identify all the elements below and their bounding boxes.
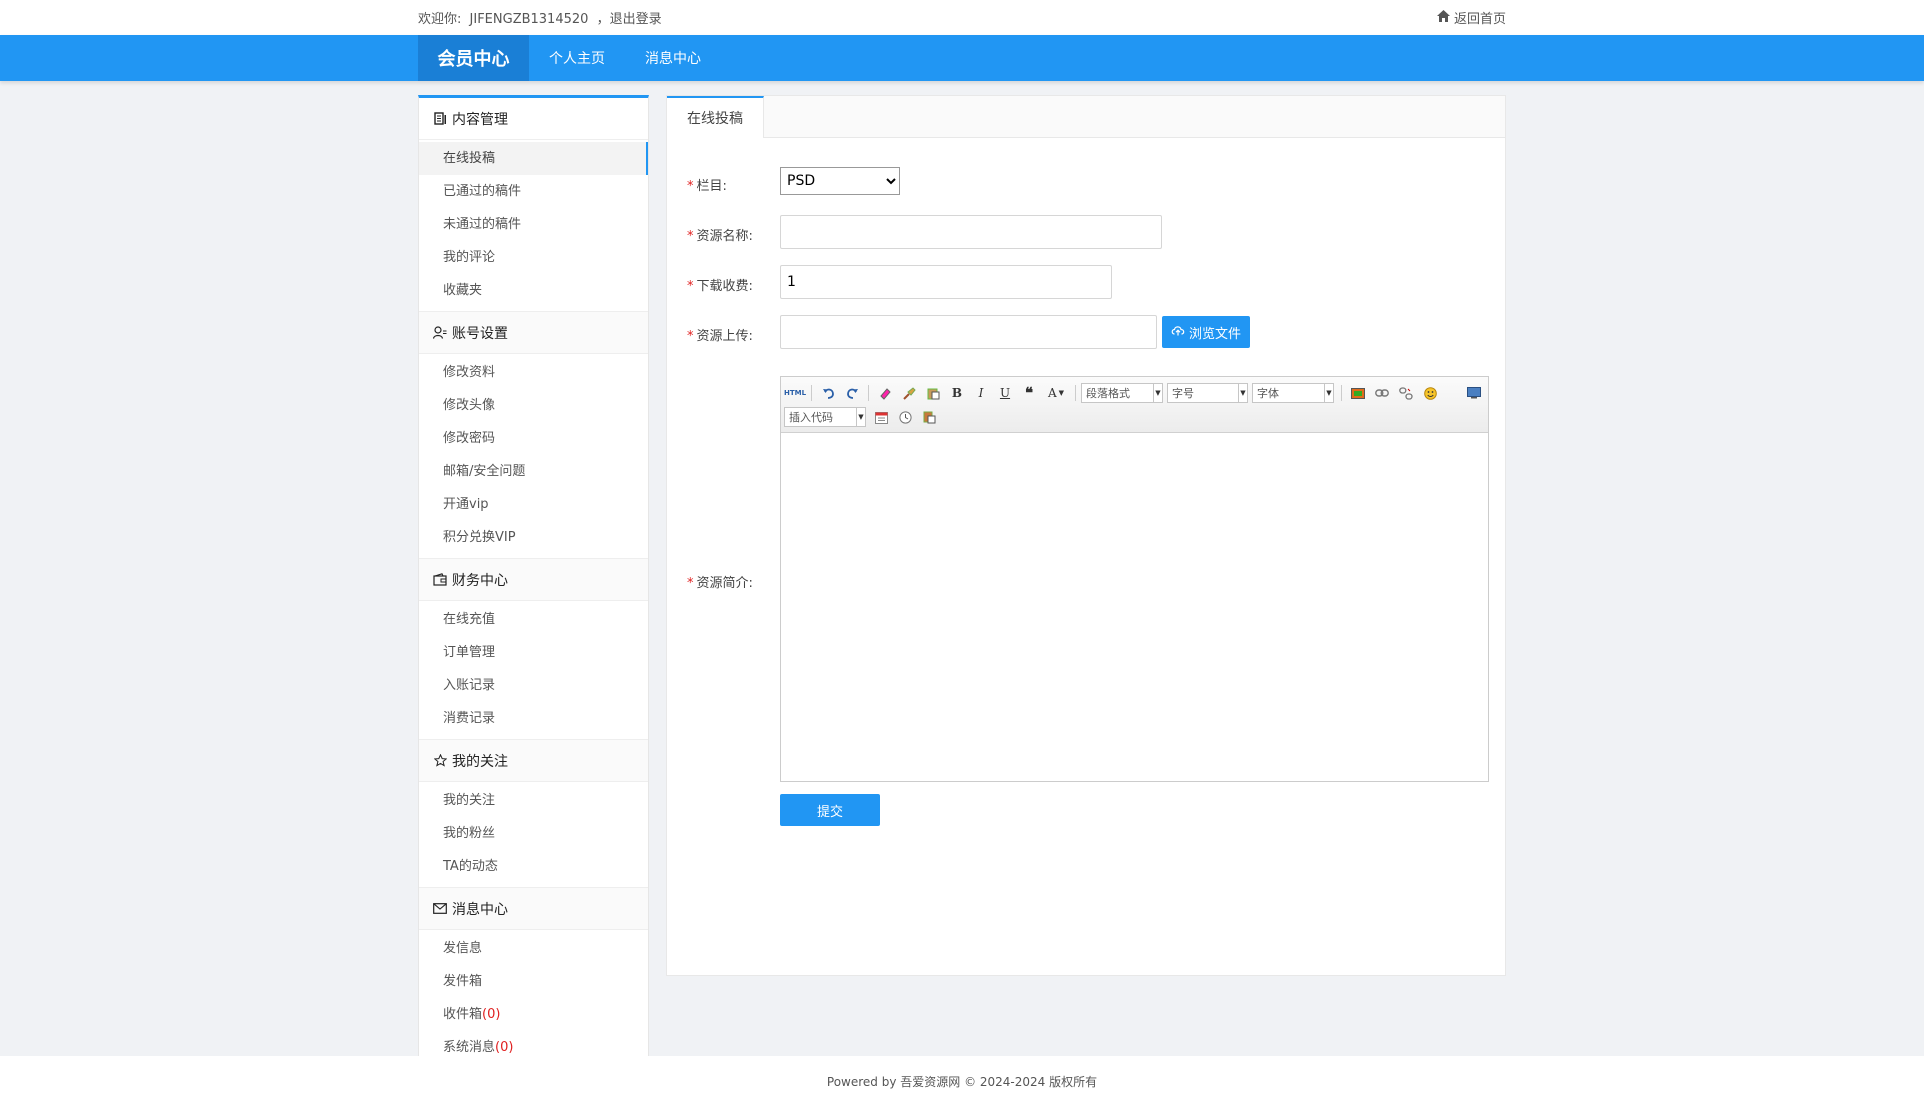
- rich-text-editor: HTML B I U ❝ A ▼ 段落格式 ▼ 字号 ▼ 字体 ▼ 插入代码 ▼: [780, 376, 1489, 782]
- sidebar-item-inbox[interactable]: 收件箱(0): [419, 998, 648, 1031]
- brand-title[interactable]: 会员中心: [418, 35, 529, 81]
- tab-submit-online[interactable]: 在线投稿: [667, 96, 764, 138]
- sidebar-item-recharge[interactable]: 在线充值: [419, 603, 648, 636]
- sidebar-item-edit-avatar[interactable]: 修改头像: [419, 389, 648, 422]
- unlink-icon[interactable]: [1395, 383, 1417, 403]
- logout-link[interactable]: ，退出登录: [597, 12, 662, 27]
- sidebar-group-title: 消息中心: [419, 888, 648, 930]
- font-color-icon[interactable]: A ▼: [1042, 383, 1070, 403]
- sidebar-group-messages: 消息中心 发信息 发件箱 收件箱(0) 系统消息(0): [419, 888, 648, 1068]
- image-icon[interactable]: [1347, 383, 1369, 403]
- sidebar-item-change-password[interactable]: 修改密码: [419, 422, 648, 455]
- sidebar-item-email-security[interactable]: 邮箱/安全问题: [419, 455, 648, 488]
- name-label: * 资源名称:: [687, 229, 753, 244]
- sidebar-group-title: 账号设置: [419, 312, 648, 354]
- format-brush-icon[interactable]: [898, 383, 920, 403]
- column-select[interactable]: PSD: [780, 167, 900, 195]
- submit-button[interactable]: 提交: [780, 794, 880, 826]
- footer-copyright: Powered by 吾爱资源网 © 2024-2024 版权所有: [826, 1074, 1098, 1089]
- paragraph-format-select[interactable]: 段落格式 ▼: [1081, 383, 1163, 403]
- undo-icon[interactable]: [817, 383, 839, 403]
- resource-name-input[interactable]: [780, 215, 1162, 249]
- sidebar-group-content: 内容管理 在线投稿 已通过的稿件 未通过的稿件 我的评论 收藏夹: [419, 98, 648, 312]
- sidebar-item-outbox[interactable]: 发件箱: [419, 965, 648, 998]
- clock-icon[interactable]: [894, 407, 916, 427]
- sidebar-item-rejected[interactable]: 未通过的稿件: [419, 208, 648, 241]
- sidebar-group-title: 财务中心: [419, 559, 648, 601]
- date-icon[interactable]: [870, 407, 892, 427]
- cloud-upload-icon: [1171, 325, 1185, 340]
- sidebar-item-points-vip[interactable]: 积分兑换VIP: [419, 521, 648, 554]
- main-panel: 在线投稿 *栏目: PSD *资源名称: *下载收费: *资源上传: 浏览文件 …: [666, 95, 1506, 976]
- nav-link-messages[interactable]: 消息中心: [625, 35, 721, 81]
- emoji-icon[interactable]: [1419, 383, 1441, 403]
- font-size-select[interactable]: 字号 ▼: [1167, 383, 1248, 403]
- top-bar: 欢迎你: JIFENGZB1314520 ，退出登录 返回首页: [0, 0, 1924, 35]
- envelope-icon: [433, 902, 447, 916]
- column-label: * 栏目:: [687, 179, 727, 194]
- sidebar-item-comments[interactable]: 我的评论: [419, 241, 648, 274]
- tab-bar: 在线投稿: [667, 96, 1505, 138]
- paste-icon[interactable]: [922, 383, 944, 403]
- username: JIFENGZB1314520: [469, 12, 589, 27]
- home-icon: [1436, 9, 1450, 26]
- sidebar-item-send-message[interactable]: 发信息: [419, 932, 648, 965]
- underline-icon[interactable]: U: [994, 383, 1016, 403]
- eraser-icon[interactable]: [874, 383, 896, 403]
- sidebar-group-account: 账号设置 修改资料 修改头像 修改密码 邮箱/安全问题 开通vip 积分兑换VI…: [419, 312, 648, 559]
- sidebar-group-title: 我的关注: [419, 740, 648, 782]
- editor-toolbar: HTML B I U ❝ A ▼ 段落格式 ▼ 字号 ▼ 字体 ▼ 插入代码 ▼: [781, 377, 1488, 433]
- fee-label: * 下载收费:: [687, 279, 753, 294]
- sidebar-item-submit-online[interactable]: 在线投稿: [419, 142, 648, 175]
- redo-icon[interactable]: [841, 383, 863, 403]
- sidebar-item-favorites[interactable]: 收藏夹: [419, 274, 648, 307]
- sidebar-item-spending-records[interactable]: 消费记录: [419, 702, 648, 735]
- sidebar-item-orders[interactable]: 订单管理: [419, 636, 648, 669]
- home-link-label: 返回首页: [1453, 12, 1506, 27]
- sidebar-item-activity[interactable]: TA的动态: [419, 850, 648, 883]
- font-family-select[interactable]: 字体 ▼: [1252, 383, 1334, 403]
- paste-text-icon[interactable]: [918, 407, 940, 427]
- system-message-count: (0): [495, 1040, 514, 1055]
- sidebar-group-follow: 我的关注 我的关注 我的粉丝 TA的动态: [419, 740, 648, 888]
- document-icon: [433, 112, 447, 126]
- sidebar-item-edit-profile[interactable]: 修改资料: [419, 356, 648, 389]
- intro-label: * 资源简介:: [687, 576, 753, 591]
- fullscreen-icon[interactable]: [1463, 383, 1485, 403]
- sidebar-group-title: 内容管理: [419, 98, 648, 140]
- inbox-count: (0): [482, 1007, 501, 1022]
- sidebar-item-open-vip[interactable]: 开通vip: [419, 488, 648, 521]
- quote-icon[interactable]: ❝: [1018, 383, 1040, 403]
- sidebar: 内容管理 在线投稿 已通过的稿件 未通过的稿件 我的评论 收藏夹 账号设置 修改…: [418, 95, 649, 1069]
- bold-icon[interactable]: B: [946, 383, 968, 403]
- footer: Powered by 吾爱资源网 © 2024-2024 版权所有: [0, 1056, 1924, 1106]
- welcome-text: 欢迎你: JIFENGZB1314520 ，退出登录: [418, 8, 666, 27]
- html-source-button[interactable]: HTML: [784, 383, 806, 403]
- wallet-icon: [433, 573, 447, 587]
- download-fee-input[interactable]: [780, 265, 1112, 299]
- sidebar-group-finance: 财务中心 在线充值 订单管理 入账记录 消费记录: [419, 559, 648, 740]
- sidebar-item-income-records[interactable]: 入账记录: [419, 669, 648, 702]
- sidebar-item-fans[interactable]: 我的粉丝: [419, 817, 648, 850]
- sidebar-item-approved[interactable]: 已通过的稿件: [419, 175, 648, 208]
- insert-code-select[interactable]: 插入代码 ▼: [784, 407, 866, 427]
- sidebar-item-following[interactable]: 我的关注: [419, 784, 648, 817]
- nav-link-profile[interactable]: 个人主页: [529, 35, 625, 81]
- star-icon: [433, 754, 447, 768]
- editor-content-area[interactable]: [781, 433, 1488, 781]
- main-nav: 会员中心 个人主页 消息中心: [0, 35, 1924, 81]
- home-link[interactable]: 返回首页: [1436, 8, 1506, 27]
- browse-file-button[interactable]: 浏览文件: [1162, 316, 1250, 348]
- user-settings-icon: [433, 326, 447, 340]
- upload-path-input[interactable]: [780, 315, 1157, 349]
- link-icon[interactable]: [1371, 383, 1393, 403]
- welcome-prefix: 欢迎你:: [418, 12, 462, 27]
- italic-icon[interactable]: I: [970, 383, 992, 403]
- upload-label: * 资源上传:: [687, 329, 753, 344]
